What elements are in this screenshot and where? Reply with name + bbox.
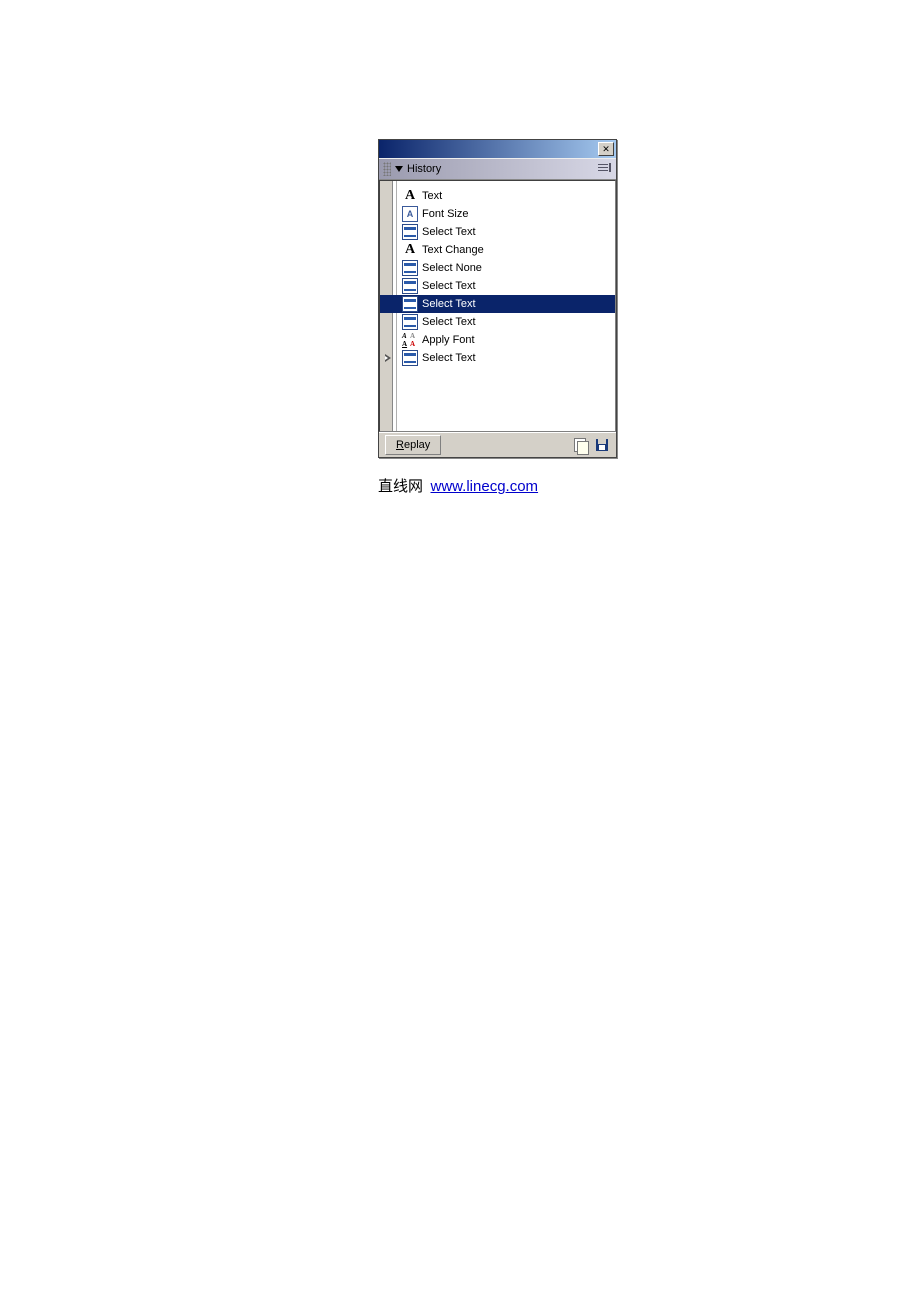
panel-header[interactable]: History <box>379 158 616 180</box>
history-item[interactable]: Select Text <box>380 295 615 313</box>
history-item-label: Select Text <box>422 298 476 310</box>
history-item-label: Select Text <box>422 280 476 292</box>
panel-menu-icon[interactable] <box>598 162 612 174</box>
history-item[interactable]: A Text Change <box>380 241 615 259</box>
select-icon <box>402 278 418 294</box>
history-item[interactable]: Select Text <box>380 313 615 331</box>
caption-prefix: 直线网 <box>378 479 423 495</box>
text-a-icon: A <box>402 188 418 204</box>
select-icon <box>402 296 418 312</box>
text-a-icon: A <box>402 242 418 258</box>
replay-button[interactable]: Replay <box>385 435 441 455</box>
apply-font-icon: AAAA <box>402 332 418 348</box>
select-icon <box>402 314 418 330</box>
select-icon <box>402 224 418 240</box>
select-icon <box>402 350 418 366</box>
panel-footer: Replay <box>379 432 616 457</box>
history-item[interactable]: Select Text <box>380 223 615 241</box>
history-panel: ✕ History A Text A Font Size Select Text A Tex… <box>378 139 617 458</box>
history-item[interactable]: A Text <box>380 187 615 205</box>
history-item[interactable]: Select Text <box>380 349 615 367</box>
history-item-label: Apply Font <box>422 334 475 346</box>
history-item-label: Text Change <box>422 244 484 256</box>
history-item-label: Select None <box>422 262 482 274</box>
caption-link[interactable]: www.linecg.com <box>431 478 539 495</box>
history-item[interactable]: Select Text <box>380 277 615 295</box>
history-item[interactable]: A Font Size <box>380 205 615 223</box>
grip-icon <box>383 162 391 176</box>
close-icon[interactable]: ✕ <box>598 142 614 156</box>
save-icon[interactable] <box>594 437 610 453</box>
replay-rest: eplay <box>404 439 430 451</box>
select-icon <box>402 260 418 276</box>
history-item-label: Font Size <box>422 208 468 220</box>
history-item-label: Select Text <box>422 352 476 364</box>
history-items: A Text A Font Size Select Text A Text Change Se… <box>380 181 615 367</box>
titlebar: ✕ <box>379 140 616 158</box>
history-item-label: Select Text <box>422 316 476 328</box>
history-item-label: Text <box>422 190 442 202</box>
replay-underline: R <box>396 439 404 451</box>
caption: 直线网 www.linecg.com <box>378 475 538 496</box>
copy-icon[interactable] <box>572 437 588 453</box>
collapse-triangle-icon[interactable] <box>395 166 403 172</box>
history-list-body: A Text A Font Size Select Text A Text Change Se… <box>379 180 616 432</box>
history-item-label: Select Text <box>422 226 476 238</box>
panel-title: History <box>407 163 441 175</box>
history-item[interactable]: AAAA Apply Font <box>380 331 615 349</box>
font-size-icon: A <box>402 206 418 222</box>
current-step-indicator-icon <box>382 352 394 364</box>
history-item[interactable]: Select None <box>380 259 615 277</box>
